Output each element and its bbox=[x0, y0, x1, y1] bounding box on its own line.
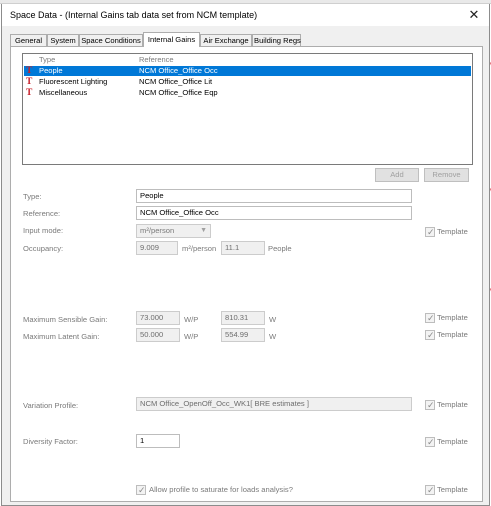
max-sensible-gain-unit: W/P bbox=[184, 315, 199, 324]
diversity-factor-field[interactable]: 1 bbox=[136, 434, 180, 448]
close-icon[interactable]: ✕ bbox=[465, 6, 483, 24]
checkmark-icon: ✓ bbox=[427, 400, 435, 410]
reference-field[interactable]: NCM Office_Office Occ bbox=[136, 206, 412, 220]
list-item-miscellaneous[interactable]: T Miscellaneous NCM Office_Office Eqp bbox=[24, 88, 471, 98]
max-latent-gain-total-unit: W bbox=[269, 332, 277, 341]
template-label: Template bbox=[437, 485, 468, 494]
template-icon: T bbox=[26, 88, 33, 98]
reference-label: Reference: bbox=[23, 209, 61, 218]
checkmark-icon: ✓ bbox=[427, 227, 435, 237]
template-label: Template bbox=[437, 313, 468, 322]
template-checkbox-allow-saturate[interactable]: ✓ bbox=[425, 485, 435, 495]
template-icon: T bbox=[26, 66, 33, 76]
tab-space-conditions[interactable]: Space Conditions bbox=[79, 34, 143, 46]
max-latent-gain-total-field[interactable]: 554.99 bbox=[221, 328, 265, 342]
list-header: Type Reference bbox=[23, 54, 472, 65]
occupancy-label: Occupancy: bbox=[23, 244, 64, 253]
checkmark-icon: ✓ bbox=[427, 330, 435, 340]
max-sensible-gain-label: Maximum Sensible Gain: bbox=[23, 315, 108, 324]
input-mode-label: Input mode: bbox=[23, 226, 64, 235]
list-item-reference: NCM Office_Office Lit bbox=[139, 77, 213, 86]
list-item-reference: NCM Office_Office Eqp bbox=[139, 88, 218, 97]
template-label: Template bbox=[437, 437, 468, 446]
dialog-title: Space Data - (Internal Gains tab data se… bbox=[10, 10, 258, 20]
remove-button[interactable]: Remove bbox=[424, 168, 469, 182]
diversity-factor-label: Diversity Factor: bbox=[23, 437, 78, 446]
allow-saturate-label: Allow profile to saturate for loads anal… bbox=[149, 485, 293, 494]
checkmark-icon: ✓ bbox=[138, 485, 146, 495]
list-item-people[interactable]: T People NCM Office_Office Occ bbox=[24, 66, 471, 76]
list-item-type: Miscellaneous bbox=[39, 88, 88, 97]
list-item-reference: NCM Office_Office Occ bbox=[139, 66, 218, 75]
input-mode-select[interactable]: m²/person ▼ bbox=[136, 224, 211, 238]
variation-profile-label: Variation Profile: bbox=[23, 401, 79, 410]
checkmark-icon: ✓ bbox=[427, 313, 435, 323]
template-checkbox-variation-profile[interactable]: ✓ bbox=[425, 400, 435, 410]
max-latent-gain-unit: W/P bbox=[184, 332, 199, 341]
template-label: Template bbox=[437, 400, 468, 409]
list-item-type: Fluorescent Lighting bbox=[39, 77, 108, 86]
space-data-dialog: Space Data - (Internal Gains tab data se… bbox=[1, 4, 490, 506]
template-icon: T bbox=[26, 77, 33, 87]
tab-building-regs[interactable]: Building Regs bbox=[252, 34, 301, 46]
list-item-fluorescent-lighting[interactable]: T Fluorescent Lighting NCM Office_Office… bbox=[24, 77, 471, 87]
tab-general[interactable]: General bbox=[10, 34, 47, 46]
internal-gains-panel: Type Reference T People NCM Office_Offic… bbox=[10, 46, 483, 502]
column-header-reference: Reference bbox=[139, 55, 174, 64]
tab-system[interactable]: System bbox=[47, 34, 79, 46]
internal-gains-list[interactable]: Type Reference T People NCM Office_Offic… bbox=[22, 53, 473, 165]
template-label: Template bbox=[437, 227, 468, 236]
chevron-down-icon: ▼ bbox=[200, 227, 207, 234]
variation-profile-field[interactable]: NCM Office_OpenOff_Occ_WK1[ BRE estimate… bbox=[136, 397, 412, 411]
add-button[interactable]: Add bbox=[375, 168, 419, 182]
column-header-type: Type bbox=[39, 55, 56, 64]
max-latent-gain-label: Maximum Latent Gain: bbox=[23, 332, 100, 341]
template-checkbox-diversity-factor[interactable]: ✓ bbox=[425, 437, 435, 447]
template-checkbox-latent-gain[interactable]: ✓ bbox=[425, 330, 435, 340]
input-mode-value: m²/person bbox=[140, 226, 175, 235]
title-bar: Space Data - (Internal Gains tab data se… bbox=[2, 4, 489, 26]
list-item-type: People bbox=[39, 66, 63, 75]
occupancy-people-unit: People bbox=[268, 244, 292, 253]
max-sensible-gain-total-unit: W bbox=[269, 315, 277, 324]
template-checkbox-input-mode[interactable]: ✓ bbox=[425, 227, 435, 237]
max-sensible-gain-field[interactable]: 73.000 bbox=[136, 311, 180, 325]
template-checkbox-sensible-gain[interactable]: ✓ bbox=[425, 313, 435, 323]
occupancy-density-unit: m²/person bbox=[182, 244, 217, 253]
max-latent-gain-field[interactable]: 50.000 bbox=[136, 328, 180, 342]
checkmark-icon: ✓ bbox=[427, 437, 435, 447]
tab-internal-gains[interactable]: Internal Gains bbox=[143, 32, 200, 47]
allow-saturate-checkbox[interactable]: ✓ bbox=[136, 485, 146, 495]
max-sensible-gain-total-field[interactable]: 810.31 bbox=[221, 311, 265, 325]
template-label: Template bbox=[437, 330, 468, 339]
occupancy-density-field[interactable]: 9.009 bbox=[136, 241, 178, 255]
occupancy-people-field[interactable]: 11.1 bbox=[221, 241, 265, 255]
type-label: Type: bbox=[23, 192, 42, 201]
type-field[interactable]: People bbox=[136, 189, 412, 203]
checkmark-icon: ✓ bbox=[427, 485, 435, 495]
tab-air-exchange[interactable]: Air Exchange bbox=[200, 34, 252, 46]
